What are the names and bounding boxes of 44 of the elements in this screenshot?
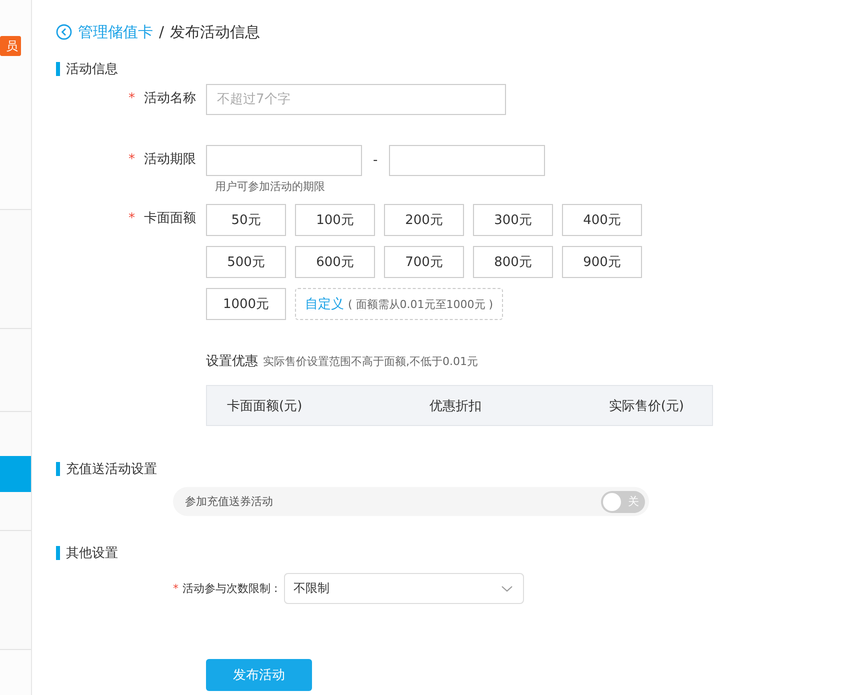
required-mark: *: [128, 210, 135, 228]
required-mark: *: [128, 90, 135, 108]
end-date-field[interactable]: [388, 145, 545, 176]
column-header: 优惠折扣: [430, 398, 482, 414]
member-badge: 员: [0, 36, 21, 56]
section-marker: [56, 462, 60, 476]
amount-option[interactable]: 700元: [384, 246, 464, 278]
back-icon[interactable]: [56, 24, 72, 40]
section-title: 活动信息: [66, 61, 118, 78]
amount-option[interactable]: 500元: [206, 246, 286, 278]
page-title: 发布活动信息: [170, 22, 260, 42]
section-title: 其他设置: [66, 545, 118, 562]
amount-option[interactable]: 300元: [473, 204, 553, 236]
date-separator: -: [373, 153, 378, 168]
breadcrumb-separator: /: [159, 23, 164, 41]
field-hint: 用户可参加活动的期限: [215, 179, 326, 194]
discount-title: 设置优惠: [206, 354, 258, 369]
field-label: 卡面面额: [144, 210, 196, 228]
amount-option[interactable]: 200元: [384, 204, 464, 236]
activity-name-field[interactable]: 不超过7个字: [206, 84, 506, 115]
required-mark: *: [128, 151, 135, 169]
field-label: 活动参与次数限制 :: [182, 581, 278, 596]
amount-option[interactable]: 400元: [562, 204, 642, 236]
amount-option[interactable]: 900元: [562, 246, 642, 278]
amount-option[interactable]: 600元: [295, 246, 375, 278]
start-date-field[interactable]: [206, 145, 362, 176]
custom-note: ( 面额需从0.01元至1000元 ): [348, 296, 494, 312]
custom-amount-option[interactable]: 自定义 ( 面额需从0.01元至1000元 ): [295, 288, 504, 320]
chevron-down-icon: [500, 584, 513, 592]
column-header: 实际售价(元): [608, 398, 684, 414]
field-label: 活动名称: [144, 90, 196, 108]
column-header: 卡面面额(元): [227, 398, 302, 414]
required-mark: *: [173, 582, 178, 595]
amount-option[interactable]: 800元: [473, 246, 553, 278]
amount-option[interactable]: 100元: [295, 204, 375, 236]
section-marker: [56, 546, 60, 560]
field-label: 活动期限: [144, 151, 196, 169]
setting-label: 参加充值送券活动: [185, 494, 273, 509]
amount-option[interactable]: 50元: [206, 204, 286, 236]
section-marker: [56, 62, 60, 76]
discount-note: 实际售价设置范围不高于面额,不低于0.01元: [263, 355, 478, 368]
limit-dropdown[interactable]: 不限制: [284, 573, 524, 604]
section-title: 充值送活动设置: [66, 461, 157, 478]
amount-option[interactable]: 1000元: [206, 288, 286, 320]
